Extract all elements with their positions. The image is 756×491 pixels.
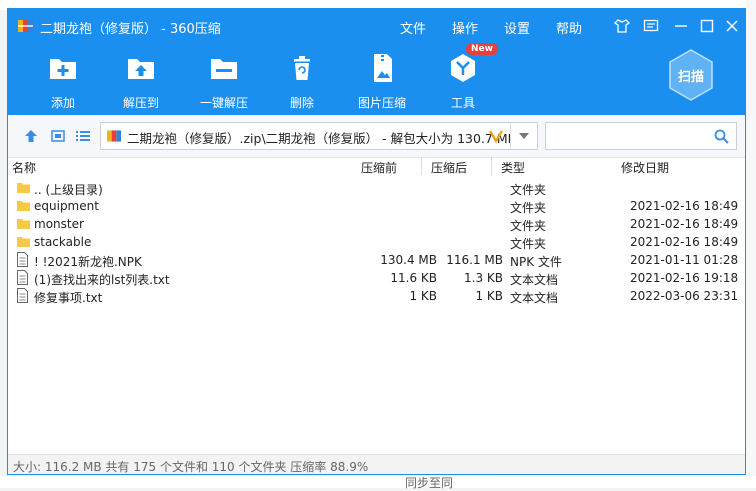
one-click-extract-button[interactable]: 一键解压 xyxy=(189,51,259,111)
table-row[interactable]: monster 文件夹 2021-02-16 18:49 xyxy=(13,215,741,233)
search-input[interactable] xyxy=(545,122,737,150)
file-date: 2021-02-16 18:49 xyxy=(630,199,739,213)
feedback-icon[interactable] xyxy=(642,17,660,35)
folder-icon xyxy=(17,183,30,193)
column-header-type[interactable]: 类型 xyxy=(501,159,525,176)
scan-label: 扫描 xyxy=(677,70,704,85)
add-label: 添加 xyxy=(50,96,75,110)
new-badge: New xyxy=(466,43,498,55)
up-arrow-icon[interactable] xyxy=(23,129,39,143)
delete-button[interactable]: 删除 xyxy=(267,51,337,111)
extract-to-button[interactable]: 解压到 xyxy=(106,51,176,111)
title-bar[interactable]: 二期龙袍（修复版） - 360压缩 文件 操作 设置 帮助 xyxy=(8,9,745,43)
file-type: 文件夹 xyxy=(510,201,547,215)
file-size-before: 1 KB xyxy=(409,289,437,303)
maximize-icon[interactable] xyxy=(698,17,716,35)
folder-icon xyxy=(17,219,30,229)
folder-icon xyxy=(17,201,30,211)
folder-icon xyxy=(17,237,30,247)
file-date: 2021-02-16 18:49 xyxy=(630,217,739,231)
file-name: equipment xyxy=(34,199,99,213)
status-bar: 大小: 116.2 MB 共有 175 个文件和 110 个文件夹 压缩率 88… xyxy=(8,454,745,474)
tools-icon xyxy=(451,54,475,82)
file-name: 修复事项.txt xyxy=(34,291,103,305)
desktop-background-strip xyxy=(746,0,756,488)
table-row[interactable]: (1)查找出来的lst列表.txt 11.6 KB 1.3 KB 文本文档 2021-0… xyxy=(13,269,741,287)
column-header-before[interactable]: 压缩前 xyxy=(361,159,397,176)
menu-operation[interactable]: 操作 xyxy=(452,18,478,37)
table-row[interactable]: .. (上级目录) 文件夹 xyxy=(13,179,741,197)
desktop-background-bottom xyxy=(0,476,756,488)
address-bar: 二期龙袍（修复版）.zip\二期龙袍（修复版） - 解包大小为 130.7 MB xyxy=(8,115,745,158)
window-header: 二期龙袍（修复版） - 360压缩 文件 操作 设置 帮助 添加 解压到 一键解… xyxy=(8,9,745,115)
menu-help[interactable]: 帮助 xyxy=(556,18,582,37)
file-type: 文本文档 xyxy=(510,273,559,287)
one-click-extract-label: 一键解压 xyxy=(199,96,248,110)
chevron-down-icon xyxy=(519,133,529,139)
table-row[interactable]: ! !2021新龙袍.NPK 130.4 MB 116.1 MB NPK 文件 2021… xyxy=(13,251,741,269)
tools-button[interactable]: 工具 xyxy=(428,51,498,111)
menu-settings[interactable]: 设置 xyxy=(504,18,530,37)
extract-to-icon xyxy=(128,59,154,79)
status-text: 大小: 116.2 MB 共有 175 个文件和 110 个文件夹 压缩率 88… xyxy=(13,460,369,474)
scan-button[interactable]: 扫描 xyxy=(668,49,714,101)
archive-window: 二期龙袍（修复版） - 360压缩 文件 操作 设置 帮助 添加 解压到 一键解… xyxy=(7,8,746,475)
file-size-before: 130.4 MB xyxy=(380,253,437,267)
search-icon[interactable] xyxy=(714,129,729,144)
file-date: 2021-02-16 19:18 xyxy=(630,271,739,285)
archive-path-icon xyxy=(107,130,121,142)
delete-label: 删除 xyxy=(289,96,314,110)
one-click-extract-icon xyxy=(211,59,237,79)
table-row[interactable]: stackable 文件夹 2021-02-16 18:49 xyxy=(13,233,741,251)
add-icon xyxy=(50,59,76,79)
path-check-icon xyxy=(489,130,503,143)
file-name: .. (上级目录) xyxy=(34,183,103,197)
file-type: 文件夹 xyxy=(510,237,547,251)
archive-app-icon xyxy=(18,20,33,32)
path-field[interactable]: 二期龙袍（修复版）.zip\二期龙袍（修复版） - 解包大小为 130.7 MB xyxy=(100,122,538,150)
column-header-name[interactable]: 名称 xyxy=(12,159,36,176)
file-date: 2021-02-16 18:49 xyxy=(630,235,739,249)
extract-to-label: 解压到 xyxy=(122,96,159,110)
file-size-before: 11.6 KB xyxy=(390,271,437,285)
minimize-icon[interactable] xyxy=(672,17,690,35)
file-type: 文本文档 xyxy=(510,291,559,305)
table-row[interactable]: equipment 文件夹 2021-02-16 18:49 xyxy=(13,197,741,215)
file-name: stackable xyxy=(34,235,92,249)
add-button[interactable]: 添加 xyxy=(28,51,98,111)
file-type: 文件夹 xyxy=(510,219,547,233)
thumbnail-view-icon[interactable] xyxy=(50,129,66,143)
path-text: 二期龙袍（修复版）.zip\二期龙袍（修复版） - 解包大小为 130.7 MB xyxy=(127,131,511,146)
file-type: 文件夹 xyxy=(510,183,547,197)
file-date: 2022-03-06 23:31 xyxy=(630,289,739,303)
file-name: monster xyxy=(34,217,84,231)
delete-icon xyxy=(294,56,310,80)
table-row[interactable]: 修复事项.txt 1 KB 1 KB 文本文档 2022-03-06 23:31 xyxy=(13,287,741,305)
file-date: 2021-01-11 01:28 xyxy=(630,253,739,267)
file-name: ! !2021新龙袍.NPK xyxy=(34,255,142,269)
tools-label: 工具 xyxy=(450,96,475,110)
image-compress-icon xyxy=(374,54,392,82)
window-title: 二期龙袍（修复版） - 360压缩 xyxy=(40,22,221,37)
file-name: (1)查找出来的lst列表.txt xyxy=(34,273,170,287)
file-icon xyxy=(17,288,28,303)
file-size-after: 116.1 MB xyxy=(446,253,503,267)
image-compress-button[interactable]: 图片压缩 xyxy=(347,51,417,111)
image-compress-label: 图片压缩 xyxy=(357,96,406,110)
file-size-after: 1.3 KB xyxy=(464,271,503,285)
menu-file[interactable]: 文件 xyxy=(400,18,426,37)
column-header-date[interactable]: 修改日期 xyxy=(621,159,669,176)
skin-icon[interactable] xyxy=(613,17,631,35)
list-view-icon[interactable] xyxy=(75,129,91,143)
close-icon[interactable] xyxy=(723,17,741,35)
column-divider[interactable] xyxy=(421,157,422,175)
column-divider[interactable] xyxy=(491,157,492,175)
file-type: NPK 文件 xyxy=(510,255,562,269)
file-icon xyxy=(17,270,28,285)
file-size-after: 1 KB xyxy=(475,289,503,303)
path-dropdown-button[interactable] xyxy=(510,123,537,149)
background-text: 同步至同 xyxy=(405,476,454,490)
file-icon xyxy=(17,252,28,267)
column-header-after[interactable]: 压缩后 xyxy=(431,159,467,176)
